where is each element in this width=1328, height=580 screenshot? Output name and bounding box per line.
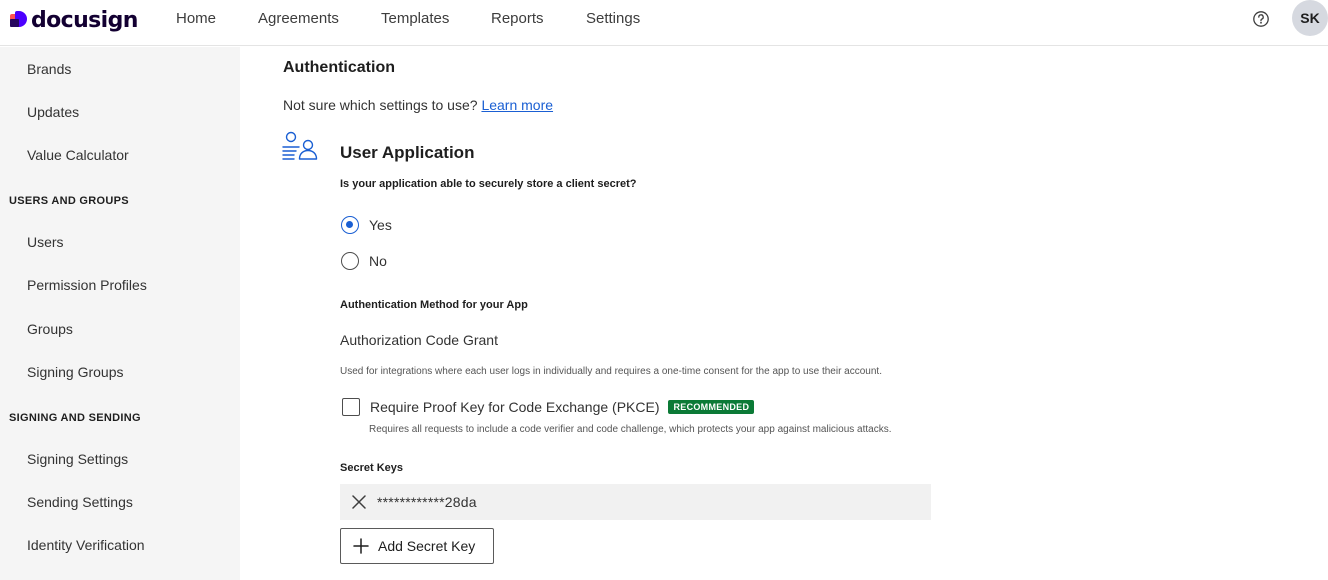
learn-more-link[interactable]: Learn more	[481, 97, 553, 113]
radio-yes-label: Yes	[369, 217, 392, 233]
auth-method-description: Used for integrations where each user lo…	[340, 366, 882, 377]
sidebar-item-permission-profiles[interactable]: Permission Profiles	[27, 277, 147, 293]
pkce-label: Require Proof Key for Code Exchange (PKC…	[370, 399, 660, 415]
radio-yes-control[interactable]	[341, 216, 359, 234]
sidebar-item-value-calculator[interactable]: Value Calculator	[27, 147, 129, 163]
brand-name: docusign	[31, 7, 138, 33]
secret-key-row: ************28da	[340, 484, 931, 520]
auth-method-label: Authentication Method for your App	[340, 299, 528, 311]
sidebar-item-groups[interactable]: Groups	[27, 321, 73, 337]
sidebar-item-brands[interactable]: Brands	[27, 61, 71, 77]
add-secret-key-label: Add Secret Key	[378, 538, 476, 554]
sidebar-item-users[interactable]: Users	[27, 234, 64, 250]
client-secret-question: Is your application able to securely sto…	[340, 178, 637, 190]
sidebar: Brands Updates Value Calculator USERS AN…	[0, 47, 240, 580]
recommended-badge: RECOMMENDED	[668, 400, 755, 414]
pkce-option[interactable]: Require Proof Key for Code Exchange (PKC…	[342, 398, 755, 416]
secret-keys-label: Secret Keys	[340, 462, 403, 474]
sidebar-item-updates[interactable]: Updates	[27, 104, 79, 120]
auth-method-value: Authorization Code Grant	[340, 332, 498, 348]
docusign-logo[interactable]: docusign	[10, 6, 138, 34]
pkce-checkbox[interactable]	[342, 398, 360, 416]
sidebar-section-users-groups: USERS AND GROUPS	[9, 195, 129, 207]
user-application-title: User Application	[340, 143, 475, 162]
settings-hint-text: Not sure which settings to use?	[283, 97, 478, 113]
nav-home[interactable]: Home	[176, 10, 216, 27]
radio-no[interactable]: No	[341, 252, 387, 270]
settings-hint: Not sure which settings to use? Learn mo…	[283, 97, 553, 113]
sidebar-item-signing-settings[interactable]: Signing Settings	[27, 451, 128, 467]
radio-no-control[interactable]	[341, 252, 359, 270]
sidebar-section-signing-sending: SIGNING AND SENDING	[9, 412, 141, 424]
pkce-description: Requires all requests to include a code …	[369, 424, 892, 435]
sidebar-item-signing-groups[interactable]: Signing Groups	[27, 364, 124, 380]
docusign-logo-mark	[10, 11, 28, 29]
sidebar-item-sending-settings[interactable]: Sending Settings	[27, 494, 133, 510]
section-title: Authentication	[283, 59, 395, 76]
plus-icon	[353, 538, 369, 554]
nav-templates[interactable]: Templates	[381, 10, 449, 27]
nav-reports[interactable]: Reports	[491, 10, 544, 27]
top-bar: docusign Home Agreements Templates Repor…	[0, 0, 1328, 46]
nav-agreements[interactable]: Agreements	[258, 10, 339, 27]
help-icon[interactable]	[1252, 10, 1270, 28]
radio-yes[interactable]: Yes	[341, 216, 392, 234]
main-content: Authentication Not sure which settings t…	[240, 47, 1328, 580]
sidebar-item-identity-verification[interactable]: Identity Verification	[27, 537, 145, 553]
nav-settings[interactable]: Settings	[586, 10, 640, 27]
delete-key-icon[interactable]	[351, 494, 367, 510]
user-avatar[interactable]: SK	[1292, 0, 1328, 36]
radio-no-label: No	[369, 253, 387, 269]
secret-key-value: ************28da	[377, 494, 477, 510]
add-secret-key-button[interactable]: Add Secret Key	[340, 528, 494, 564]
user-application-icon	[282, 131, 318, 160]
